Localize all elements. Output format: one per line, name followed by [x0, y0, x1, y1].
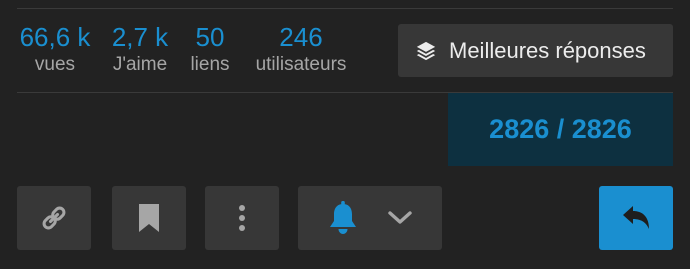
bookmark-button[interactable] [112, 186, 186, 250]
bookmark-icon [137, 202, 161, 234]
stat-likes: 2,7 k J'aime [106, 22, 174, 76]
reply-icon [620, 204, 652, 232]
best-answers-label: Meilleures réponses [449, 37, 646, 63]
share-link-button[interactable] [17, 186, 91, 250]
notification-level-button[interactable] [298, 186, 442, 250]
progress-text: 2826 / 2826 [489, 114, 632, 144]
bell-icon [327, 200, 359, 236]
views-label: vues [34, 54, 76, 75]
best-answers-button[interactable]: Meilleures réponses [398, 24, 673, 77]
users-label: utilisateurs [255, 54, 347, 75]
topic-map: 66,6 k vues 2,7 k J'aime 50 liens 246 ut… [0, 0, 690, 269]
layers-icon [415, 40, 437, 62]
users-count: 246 [279, 22, 323, 52]
link-icon [40, 204, 68, 232]
stat-links[interactable]: 50 liens [184, 22, 236, 76]
more-button[interactable] [205, 186, 279, 250]
chevron-down-icon [387, 210, 413, 226]
top-divider [17, 8, 673, 9]
stat-users[interactable]: 246 utilisateurs [248, 22, 354, 76]
views-count: 66,6 k [19, 22, 91, 52]
likes-label: J'aime [112, 54, 168, 75]
stat-views: 66,6 k vues [18, 22, 92, 76]
post-progress[interactable]: 2826 / 2826 [448, 93, 673, 166]
reply-button[interactable] [599, 186, 673, 250]
more-vertical-icon [238, 204, 246, 232]
links-count: 50 [195, 22, 225, 52]
links-label: liens [190, 54, 230, 75]
likes-count: 2,7 k [111, 22, 169, 52]
